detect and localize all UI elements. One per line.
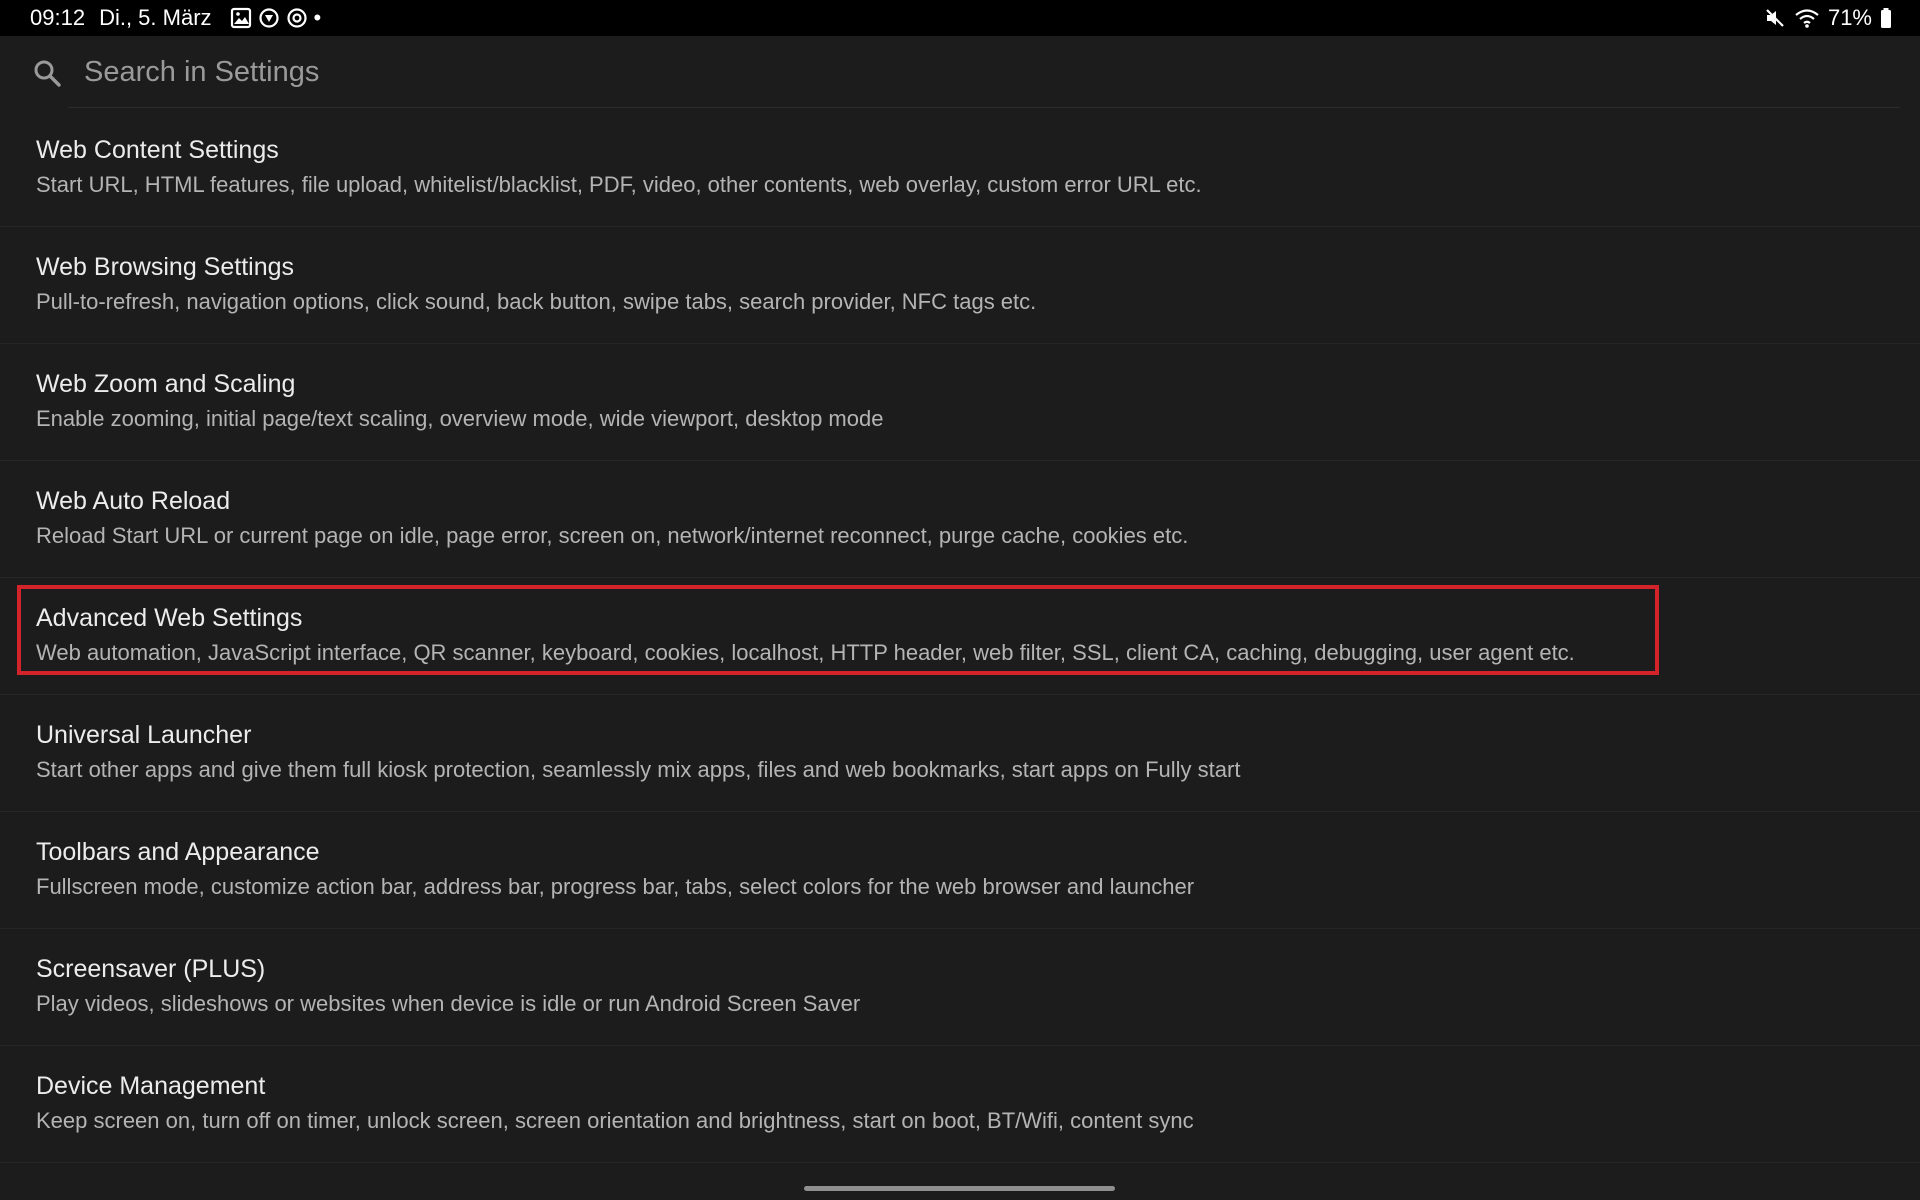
search-bar	[0, 36, 1920, 108]
setting-summary: Pull-to-refresh, navigation options, cli…	[36, 289, 1037, 314]
setting-web-browsing[interactable]: Web Browsing Settings Pull-to-refresh, n…	[0, 227, 1920, 344]
setting-device-management[interactable]: Device Management Keep screen on, turn o…	[0, 1046, 1920, 1163]
setting-summary: Play videos, slideshows or websites when…	[36, 991, 861, 1016]
setting-title: Device Management	[36, 1072, 266, 1100]
battery-icon	[1880, 7, 1892, 29]
setting-title: Web Content Settings	[36, 136, 279, 164]
setting-toolbars-appearance[interactable]: Toolbars and Appearance Fullscreen mode,…	[0, 812, 1920, 929]
dot-icon: •	[313, 5, 322, 30]
setting-title: Screensaver (PLUS)	[36, 955, 266, 983]
setting-summary: Start URL, HTML features, file upload, w…	[36, 172, 1202, 197]
sync-icon	[286, 7, 308, 29]
setting-title: Universal Launcher	[36, 721, 252, 749]
navigation-bar	[0, 1172, 1920, 1200]
setting-title: Web Browsing Settings	[36, 253, 294, 281]
battery-percent: 71%	[1827, 5, 1872, 30]
status-time: 09:12	[30, 5, 86, 30]
wifi-icon	[1794, 7, 1820, 29]
search-divider	[68, 107, 1900, 108]
setting-advanced-web[interactable]: Advanced Web Settings Web automation, Ja…	[0, 578, 1920, 695]
setting-title: Web Auto Reload	[36, 487, 231, 515]
notification-icons: •	[230, 5, 322, 31]
setting-summary: Reload Start URL or current page on idle…	[36, 523, 1189, 548]
status-date: Di., 5. März	[99, 5, 212, 30]
mute-icon	[1764, 7, 1786, 29]
setting-title: Web Zoom and Scaling	[36, 370, 296, 398]
gesture-handle[interactable]	[804, 1186, 1115, 1191]
settings-list: Web Content Settings Start URL, HTML fea…	[0, 110, 1920, 1163]
status-bar: 09:12 Di., 5. März • 71%	[0, 0, 1920, 36]
setting-web-auto-reload[interactable]: Web Auto Reload Reload Start URL or curr…	[0, 461, 1920, 578]
setting-summary: Web automation, JavaScript interface, QR…	[36, 640, 1575, 665]
search-icon[interactable]	[32, 58, 62, 88]
setting-web-content[interactable]: Web Content Settings Start URL, HTML fea…	[0, 110, 1920, 227]
setting-summary: Keep screen on, turn off on timer, unloc…	[36, 1108, 1194, 1133]
image-icon	[230, 7, 252, 29]
setting-universal-launcher[interactable]: Universal Launcher Start other apps and …	[0, 695, 1920, 812]
search-input[interactable]	[84, 50, 1884, 94]
setting-title: Toolbars and Appearance	[36, 838, 320, 866]
setting-summary: Fullscreen mode, customize action bar, a…	[36, 874, 1195, 899]
status-left: 09:12 Di., 5. März •	[30, 0, 321, 36]
setting-summary: Start other apps and give them full kios…	[36, 757, 1241, 782]
setting-title: Advanced Web Settings	[36, 604, 303, 632]
setting-web-zoom[interactable]: Web Zoom and Scaling Enable zooming, ini…	[0, 344, 1920, 461]
record-icon	[258, 7, 280, 29]
status-right: 71%	[1764, 0, 1892, 36]
setting-summary: Enable zooming, initial page/text scalin…	[36, 406, 884, 431]
setting-screensaver[interactable]: Screensaver (PLUS) Play videos, slidesho…	[0, 929, 1920, 1046]
